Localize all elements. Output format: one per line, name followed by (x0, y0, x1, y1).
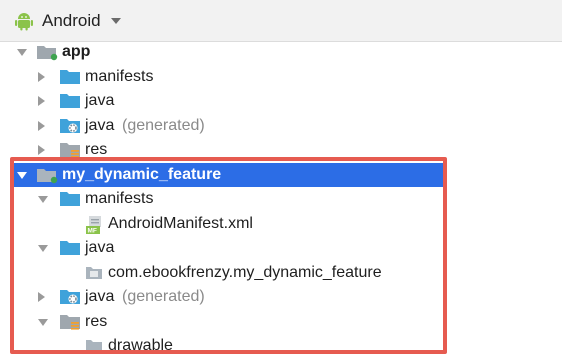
manifest-badge-text: MF (88, 227, 97, 233)
expand-arrow-icon[interactable] (38, 71, 45, 82)
tree-node-android-manifest[interactable]: MF AndroidManifest.xml (0, 212, 562, 237)
tree-node-drawable[interactable]: drawable (0, 334, 562, 357)
expand-arrow-icon[interactable] (38, 120, 45, 131)
tree-node-label: manifests (85, 67, 154, 85)
folder-icon (60, 241, 80, 255)
tree-node-label: AndroidManifest.xml (108, 214, 253, 232)
tree-node-java-generated[interactable]: java (generated) (0, 114, 562, 139)
resource-folder-icon (60, 143, 80, 158)
tree-node-manifests[interactable]: manifests (0, 187, 562, 212)
tree-node-res[interactable]: res (0, 310, 562, 335)
tree-node-label: java (85, 92, 115, 109)
tree-node-package[interactable]: com.ebookfrenzy.my_dynamic_feature (0, 261, 562, 286)
collapse-arrow-icon[interactable] (38, 196, 48, 203)
android-robot-icon (15, 13, 33, 31)
generated-folder-icon (60, 290, 80, 304)
tree-node-java[interactable]: java (0, 89, 562, 114)
expand-arrow-icon[interactable] (38, 145, 45, 155)
expand-arrow-icon[interactable] (38, 96, 45, 106)
folder-icon (60, 192, 80, 206)
folder-icon (86, 340, 102, 352)
tree-node-label: res (85, 312, 108, 330)
folder-icon (60, 94, 80, 108)
tree-node-manifests[interactable]: manifests (0, 65, 562, 90)
tree-node-label: java (85, 288, 115, 305)
project-view-selector[interactable]: Android (14, 9, 121, 33)
tree-node-my-dynamic-feature[interactable]: my_dynamic_feature (12, 162, 447, 187)
tree-node-label: com.ebookfrenzy.my_dynamic_feature (108, 263, 382, 281)
tree-node-suffix: (generated) (122, 116, 205, 134)
tree-node-label: drawable (108, 337, 173, 354)
tree-node-java-generated[interactable]: java (generated) (0, 285, 562, 310)
package-folder-icon (86, 266, 102, 279)
tree-node-label: app (62, 43, 91, 60)
tree-node-suffix: (generated) (122, 288, 205, 305)
collapse-arrow-icon[interactable] (17, 171, 27, 179)
manifest-file-icon: MF (86, 215, 101, 234)
project-view-label: Android (42, 11, 101, 30)
tree-node-app[interactable]: app (0, 40, 562, 65)
tree-node-java[interactable]: java (0, 236, 562, 261)
tree-node-label: res (85, 141, 108, 158)
project-view-toolbar: Android (0, 0, 562, 42)
tree-node-res[interactable]: res (0, 138, 562, 163)
collapse-arrow-icon[interactable] (38, 245, 48, 252)
module-folder-icon (37, 168, 58, 183)
module-folder-icon (37, 46, 58, 61)
chevron-down-icon[interactable] (110, 18, 121, 24)
folder-icon (60, 69, 80, 84)
tree-node-label: manifests (85, 190, 154, 207)
expand-arrow-icon[interactable] (38, 292, 45, 302)
generated-folder-icon (60, 118, 80, 133)
tree-node-label: java (85, 116, 115, 134)
tree-node-label: my_dynamic_feature (62, 165, 222, 183)
collapse-arrow-icon[interactable] (17, 49, 27, 56)
tree-node-label: java (85, 239, 115, 256)
collapse-arrow-icon[interactable] (38, 318, 48, 326)
resource-folder-icon (60, 314, 80, 330)
